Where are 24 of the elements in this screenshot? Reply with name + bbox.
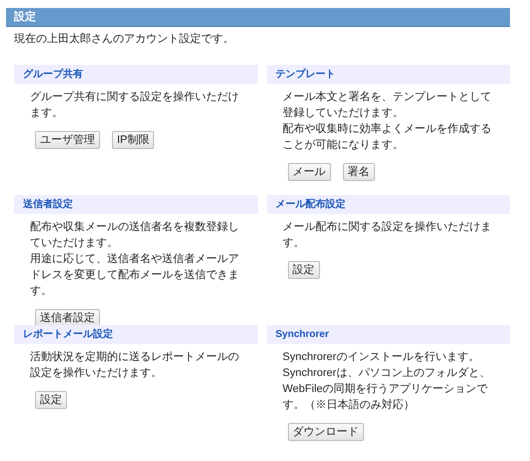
section-description: Synchrorerは、パソコン上のフォルダと、WebFileの同期を行うアプリケーションです。（※日本語のみ対応） — [282, 366, 492, 413]
section-description: メール本文と署名を、テンプレートとして登録していただけます。 — [282, 90, 492, 121]
action-button[interactable]: ダウンロード — [288, 423, 364, 441]
action-button[interactable]: 設定 — [35, 391, 67, 409]
action-button[interactable]: 署名 — [342, 163, 374, 181]
section-description: メール配布に関する設定を操作いただけます。 — [282, 220, 492, 251]
section-description: 用途に応じて、送信者名や送信者メールアドレスを変更して配布メールを送信できます。 — [30, 252, 240, 299]
section-title: Synchrorer — [266, 325, 510, 344]
section-description: 配布や収集メールの送信者名を複数登録していただけます。 — [30, 220, 240, 251]
section-title: グループ共有 — [14, 65, 258, 84]
section-description: 活動状況を定期的に送るレポートメールの設定を操作いただけます。 — [30, 350, 240, 381]
section-description: 配布や収集時に効率よくメールを作成することが可能になります。 — [282, 122, 492, 153]
section-title: 送信者設定 — [14, 195, 258, 214]
intro-text: 現在の上田太郎さんのアカウント設定です。 — [13, 32, 235, 47]
section-description: Synchrorerのインストールを行います。 — [282, 350, 480, 365]
page-header: 設定 — [6, 8, 510, 27]
section-description: グループ共有に関する設定を操作いただけます。 — [30, 90, 240, 121]
section-title: レポートメール設定 — [14, 325, 258, 344]
action-button[interactable]: IP制限 — [112, 131, 154, 149]
section-title: テンプレート — [266, 65, 510, 84]
action-button[interactable]: メール — [288, 163, 330, 181]
action-button[interactable]: 設定 — [288, 261, 320, 279]
action-button[interactable]: ユーザ管理 — [35, 131, 100, 149]
section-title: メール配布設定 — [266, 195, 510, 214]
